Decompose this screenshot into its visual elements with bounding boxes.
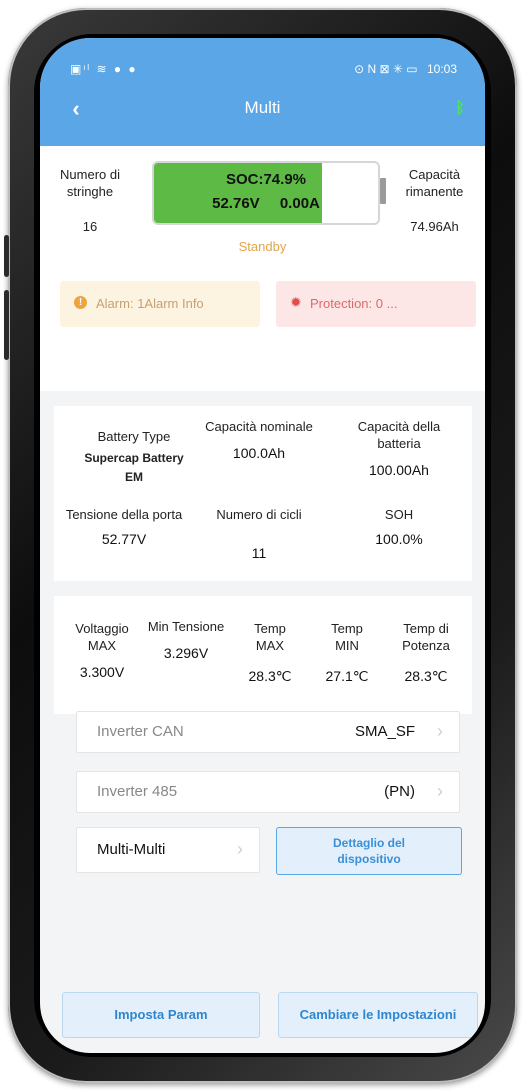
- capacity-value: 100.00Ah: [369, 462, 429, 478]
- alarm-box[interactable]: ! Alarm: 1Alarm Info: [60, 281, 260, 327]
- change-settings-button[interactable]: Cambiare le Impostazioni: [278, 992, 478, 1038]
- soh-cell: SOH 100.0%: [354, 506, 444, 548]
- soc-value: SOC:74.9%: [225, 171, 307, 188]
- app-screen: ▣ᶦˡ ≋ ● ● ⊙ N ⊠ ✳ ▭ 10:03 ‹ Multi ᛒ Nume…: [40, 38, 485, 1053]
- status-right-icons: ⊙ N ⊠ ✳ ▭: [354, 62, 418, 76]
- strings-block: Numero di stringhe 16: [50, 166, 130, 235]
- tpow-value: 28.3℃: [404, 668, 448, 684]
- battery-state: Standby: [238, 239, 287, 254]
- multi-multi-row[interactable]: Multi-Multi ›: [76, 827, 260, 873]
- chevron-right-icon: ›: [437, 781, 443, 801]
- tpow-label: Temp di Potenza: [402, 621, 450, 653]
- remaining-block: Capacità rimanente 74.96Ah: [392, 166, 477, 235]
- volume-button: [4, 235, 9, 277]
- voltage-temp-card: Voltaggio MAX 3.300V Min Tensione 3.296V…: [54, 596, 472, 714]
- battery-section: Numero di stringhe 16 SOC:74.9% 52.76V 0…: [40, 146, 485, 391]
- inverter-485-row[interactable]: Inverter 485 (PN) ›: [76, 771, 460, 813]
- tmin-value: 27.1℃: [325, 668, 369, 684]
- power-button: [4, 290, 9, 360]
- chevron-right-icon: ›: [437, 721, 443, 741]
- vmax-cell: Voltaggio MAX 3.300V: [62, 620, 142, 681]
- inverter-485-value: (PN): [384, 783, 415, 800]
- strings-label: Numero di stringhe: [60, 167, 120, 199]
- bluetooth-icon[interactable]: ᛒ: [455, 100, 465, 118]
- alarm-label: Alarm:: [96, 296, 134, 311]
- alarm-text: Alarm: 1Alarm Info: [96, 296, 204, 311]
- cycles-label: Numero di cicli: [216, 507, 302, 522]
- app-header: ▣ᶦˡ ≋ ● ● ⊙ N ⊠ ✳ ▭ 10:03 ‹ Multi ᛒ: [40, 38, 485, 146]
- inverter-485-label: Inverter 485: [97, 783, 178, 800]
- vmin-value: 3.296V: [163, 645, 209, 661]
- protection-label: Protection:: [310, 296, 373, 311]
- multi-multi-label: Multi-Multi: [97, 841, 166, 858]
- port-voltage-value: 52.77V: [101, 531, 147, 547]
- port-voltage-cell: Tensione della porta 52.77V: [54, 506, 194, 548]
- set-params-button[interactable]: Imposta Param: [62, 992, 260, 1038]
- nav-bar: ‹ Multi ᛒ: [40, 88, 485, 132]
- vmax-label: Voltaggio MAX: [75, 621, 129, 653]
- device-detail-button[interactable]: Dettaglio del dispositivo: [276, 827, 462, 875]
- battery-gauge: SOC:74.9% 52.76V 0.00A: [152, 161, 380, 225]
- capacity-cell: Capacità della batteria 100.00Ah: [339, 418, 459, 479]
- strings-value: 16: [82, 219, 98, 234]
- remaining-value: 74.96Ah: [410, 219, 459, 234]
- protection-box[interactable]: ✹ Protection: 0 ...: [276, 281, 476, 327]
- inverter-can-label: Inverter CAN: [97, 723, 184, 740]
- battery-type-label: Battery Type: [97, 429, 171, 444]
- cycles-cell: Numero di cicli 11: [204, 506, 314, 562]
- battery-type-cell: Battery Type Supercap Battery EM: [74, 428, 194, 487]
- battery-voltage: 52.76V: [212, 195, 260, 212]
- battery-current: 0.00A: [279, 195, 320, 212]
- nominal-cell: Capacità nominale 100.0Ah: [204, 418, 314, 462]
- tmax-value: 28.3℃: [248, 668, 292, 684]
- tmax-label: Temp MAX: [254, 621, 286, 653]
- capacity-label: Capacità della batteria: [357, 419, 441, 451]
- protection-icon: ✹: [290, 294, 302, 310]
- status-left-icons: ▣ᶦˡ ≋ ● ●: [70, 62, 138, 76]
- remaining-label: Capacità rimanente: [405, 167, 464, 199]
- battery-cap: [380, 178, 386, 204]
- inverter-can-row[interactable]: Inverter CAN SMA_SF ›: [76, 711, 460, 753]
- status-bar: ▣ᶦˡ ≋ ● ● ⊙ N ⊠ ✳ ▭ 10:03: [40, 60, 485, 80]
- soh-value: 100.0%: [375, 531, 423, 547]
- page-title: Multi: [244, 98, 281, 117]
- cycles-value: 11: [251, 545, 267, 561]
- vmin-cell: Min Tensione 3.296V: [146, 618, 226, 662]
- nominal-label: Capacità nominale: [205, 419, 313, 434]
- protection-value: 0 ...: [375, 296, 398, 311]
- status-right: ⊙ N ⊠ ✳ ▭ 10:03: [354, 62, 457, 76]
- nominal-value: 100.0Ah: [232, 445, 286, 461]
- vmin-label: Min Tensione: [147, 619, 225, 634]
- port-voltage-label: Tensione della porta: [65, 507, 183, 522]
- tpow-cell: Temp di Potenza 28.3℃: [384, 620, 468, 685]
- alarm-icon: !: [74, 296, 87, 309]
- status-time: 10:03: [426, 62, 457, 76]
- vmax-value: 3.300V: [79, 664, 125, 680]
- soh-label: SOH: [384, 507, 414, 522]
- alarm-value: 1Alarm Info: [137, 296, 204, 311]
- battery-type-value: Supercap Battery EM: [84, 451, 184, 484]
- inverter-can-value: SMA_SF: [354, 723, 415, 740]
- battery-info-card: Battery Type Supercap Battery EM Capacit…: [54, 406, 472, 581]
- voltage-current: 52.76V 0.00A: [154, 195, 378, 212]
- tmin-cell: Temp MIN 27.1℃: [312, 620, 382, 685]
- protection-text: Protection: 0 ...: [310, 296, 397, 311]
- chevron-right-icon: ›: [237, 839, 243, 859]
- tmin-label: Temp MIN: [331, 621, 363, 653]
- tmax-cell: Temp MAX 28.3℃: [230, 620, 310, 685]
- device-detail-label: Dettaglio del dispositivo: [332, 836, 405, 866]
